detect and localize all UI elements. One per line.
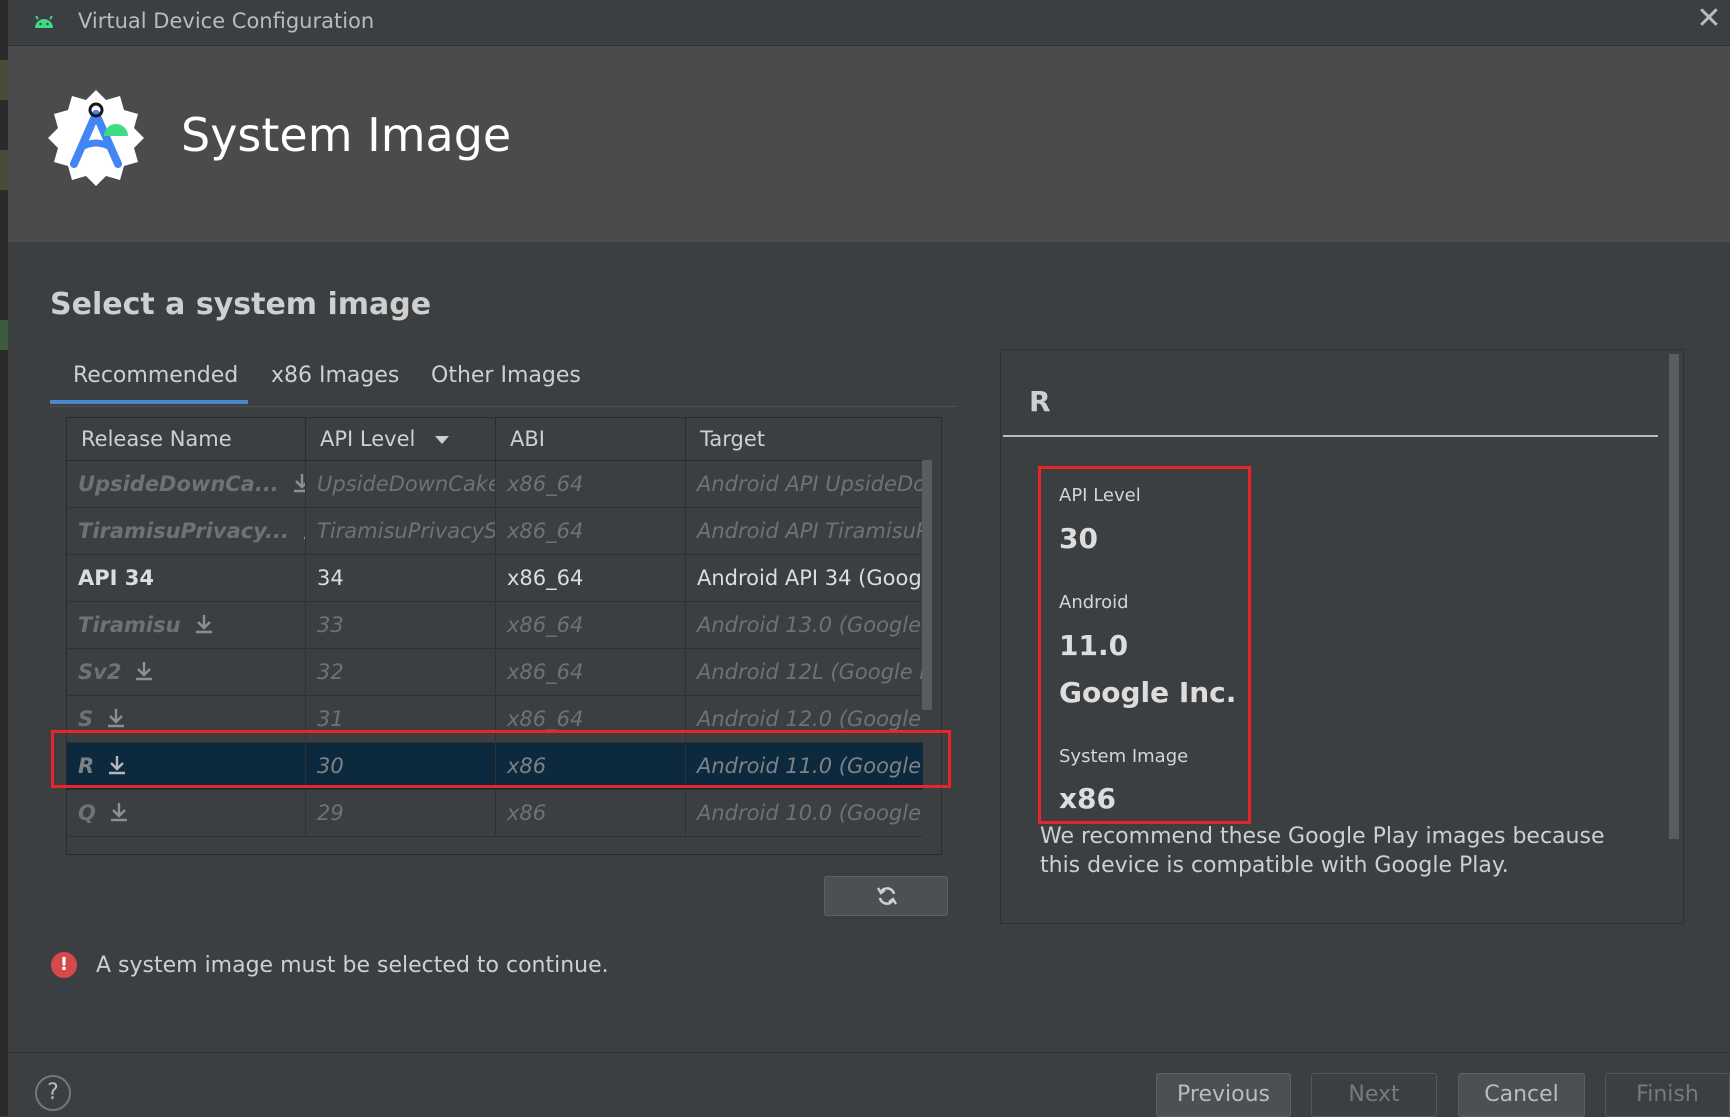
page-title: System Image: [181, 108, 512, 162]
system-image-table: Release Name API Level ABI Target Upside…: [66, 417, 942, 855]
table-row[interactable]: TiramisuPrivacy... TiramisuPrivacySandbo…: [67, 508, 923, 555]
table-header: Release Name API Level ABI Target: [67, 418, 923, 461]
section-title: Select a system image: [50, 287, 432, 322]
android-icon: [35, 15, 53, 28]
close-icon[interactable]: ✕: [1694, 4, 1724, 34]
table-row[interactable]: API 34 34 x86_64 Android API 34 (Google …: [67, 555, 923, 602]
table-row[interactable]: Q 29 x86 Android 10.0 (Google Play): [67, 790, 923, 837]
wizard-header: System Image: [8, 46, 1730, 242]
abi-cell: x86_64: [496, 555, 686, 601]
refresh-icon: [876, 887, 898, 905]
details-highlight: [1038, 466, 1251, 824]
details-title: R: [1029, 385, 1051, 418]
details-divider: [1003, 435, 1658, 437]
release-name-cell: Tiramisu: [67, 602, 306, 648]
column-api-level-label: API Level: [320, 427, 416, 451]
error-icon: !: [51, 952, 77, 978]
error-message: A system image must be selected to conti…: [96, 953, 609, 978]
recommendation-text: We recommend these Google Play images be…: [1040, 824, 1605, 878]
column-abi[interactable]: ABI: [496, 418, 686, 460]
cancel-button[interactable]: Cancel: [1458, 1073, 1585, 1117]
target-cell: Android 10.0 (Google Play): [697, 801, 923, 825]
column-target[interactable]: Target: [686, 418, 923, 460]
abi-cell: x86_64: [496, 461, 686, 507]
abi-cell: x86_64: [496, 649, 686, 695]
release-name-cell: TiramisuPrivacy...: [67, 508, 306, 554]
tab-other-images[interactable]: Other Images: [431, 358, 581, 404]
abi-cell: x86_64: [496, 602, 686, 648]
table-row[interactable]: Tiramisu 33 x86_64 Android 13.0 (Google …: [67, 602, 923, 649]
api-level-cell: 32: [306, 649, 496, 695]
abi-cell: x86: [496, 790, 686, 836]
download-icon[interactable]: [108, 801, 130, 823]
column-release-name[interactable]: Release Name: [67, 418, 306, 460]
api-level-cell: 33: [306, 602, 496, 648]
download-icon[interactable]: [193, 613, 215, 635]
android-studio-logo-icon: [48, 90, 144, 186]
api-level-cell: 34: [306, 555, 496, 601]
release-name-cell: Sv2: [67, 649, 306, 695]
target-cell: Android API 34 (Google Play): [697, 566, 923, 590]
finish-button[interactable]: Finish: [1605, 1073, 1730, 1117]
selected-row-highlight: [51, 730, 951, 788]
api-level-cell: TiramisuPrivacySandbox: [306, 508, 496, 554]
tab-x86-images[interactable]: x86 Images: [271, 358, 399, 404]
api-level-cell: 29: [306, 790, 496, 836]
api-level-cell: UpsideDownCake: [306, 461, 496, 507]
next-button[interactable]: Next: [1311, 1073, 1437, 1117]
release-name-cell: Q: [67, 790, 306, 836]
target-cell: Android 13.0 (Google Play): [697, 613, 923, 637]
abi-cell: x86_64: [496, 508, 686, 554]
footer-divider: [8, 1052, 1730, 1053]
release-name-cell: UpsideDownCa...: [67, 461, 306, 507]
download-icon[interactable]: [133, 660, 155, 682]
tab-recommended[interactable]: Recommended: [50, 358, 248, 404]
table-scrollbar[interactable]: [922, 460, 932, 710]
table-row[interactable]: UpsideDownCa... UpsideDownCake x86_64 An…: [67, 461, 923, 508]
help-button[interactable]: ?: [35, 1075, 71, 1111]
table-row[interactable]: Sv2 32 x86_64 Android 12L (Google Play): [67, 649, 923, 696]
title-bar: Virtual Device Configuration ✕: [8, 0, 1730, 46]
target-cell: Android API UpsideDownCake: [697, 472, 923, 496]
previous-button[interactable]: Previous: [1156, 1073, 1291, 1117]
ide-background-strip: [0, 0, 8, 1116]
release-name-cell: API 34: [67, 555, 306, 601]
target-cell: Android 12L (Google Play): [697, 660, 923, 684]
target-cell: Android API TiramisuPrivacySandbox: [697, 519, 923, 543]
download-icon[interactable]: [291, 472, 306, 494]
column-api-level[interactable]: API Level: [306, 418, 496, 460]
sort-descending-icon: [435, 436, 450, 444]
window-title: Virtual Device Configuration: [78, 9, 375, 33]
details-scrollbar[interactable]: [1669, 354, 1679, 839]
refresh-button[interactable]: [824, 876, 948, 916]
download-icon[interactable]: [105, 707, 127, 729]
image-tabs: Recommended x86 Images Other Images: [50, 358, 956, 407]
